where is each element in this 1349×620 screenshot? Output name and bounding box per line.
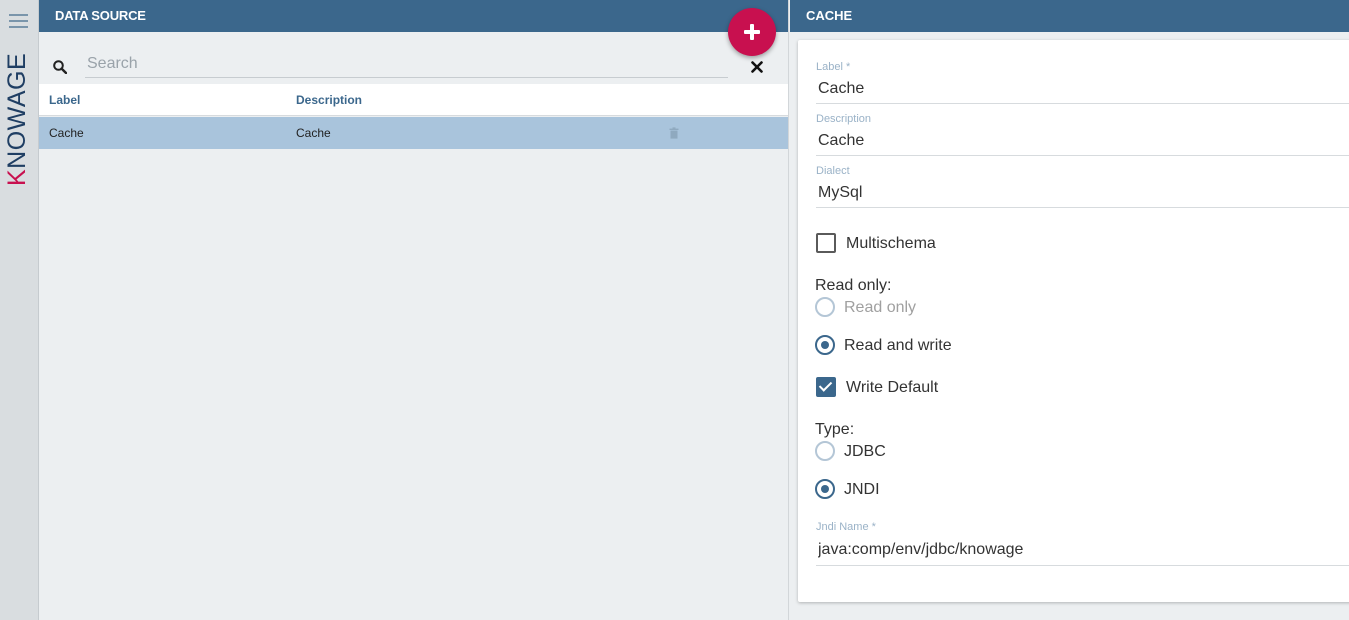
label-field-caption: Label *	[816, 61, 851, 73]
data-source-header: DATA SOURCE	[39, 0, 788, 32]
multischema-checkbox[interactable]	[816, 233, 836, 253]
row-description: Cache	[296, 126, 331, 140]
description-input[interactable]	[816, 126, 1349, 156]
search-input[interactable]	[85, 50, 728, 78]
write-default-checkbox[interactable]	[816, 377, 836, 397]
detail-header: CACHE	[790, 0, 1349, 32]
table-row[interactable]: Cache Cache	[39, 117, 788, 149]
dialect-field: Dialect	[816, 164, 1349, 208]
jdbc-radio[interactable]	[815, 441, 835, 461]
read-and-write-radio[interactable]	[815, 335, 835, 355]
read-only-radio-label: Read only	[844, 299, 917, 316]
dialect-field-caption: Dialect	[816, 165, 850, 177]
jndi-radio[interactable]	[815, 479, 835, 499]
description-field: Description	[816, 112, 1349, 156]
label-field: Label *	[816, 60, 1349, 104]
read-only-group-title: Read only:	[815, 277, 892, 294]
data-source-list-panel: DATA SOURCE Label Description Cache Cach…	[39, 0, 789, 620]
type-group-title: Type:	[815, 421, 855, 438]
table-header: Label Description	[39, 84, 788, 116]
clear-search-icon[interactable]	[750, 60, 764, 74]
checkmark-icon	[818, 378, 833, 392]
jndi-name-input[interactable]	[816, 534, 1349, 566]
jndi-radio-label: JNDI	[844, 481, 880, 498]
hamburger-menu-icon[interactable]	[9, 14, 28, 28]
jndi-name-field-caption: Jndi Name *	[816, 521, 876, 533]
label-input[interactable]	[816, 74, 1349, 104]
read-and-write-radio-label: Read and write	[844, 337, 952, 354]
add-data-source-button[interactable]	[728, 8, 776, 56]
description-field-caption: Description	[816, 113, 872, 125]
multischema-label: Multischema	[846, 235, 936, 252]
column-header-description[interactable]: Description	[296, 84, 362, 116]
jndi-name-field: Jndi Name *	[816, 520, 1349, 566]
search-icon	[53, 60, 67, 74]
write-default-label: Write Default	[846, 379, 939, 396]
data-source-detail-panel: CACHE Label * Description Dialect Multis…	[790, 0, 1349, 620]
search-bar	[39, 44, 788, 84]
detail-form-card: Label * Description Dialect Multischema …	[798, 40, 1349, 602]
column-header-label[interactable]: Label	[49, 84, 80, 116]
main-sidebar: KNOWAGE	[0, 0, 39, 620]
svg-text:KNOWAGE: KNOWAGE	[6, 53, 30, 186]
knowage-logo: KNOWAGE	[6, 53, 30, 186]
read-only-radio[interactable]	[815, 297, 835, 317]
row-label: Cache	[49, 126, 84, 140]
dialect-select[interactable]	[816, 178, 1349, 208]
jdbc-radio-label: JDBC	[844, 443, 886, 460]
delete-icon[interactable]	[669, 127, 679, 139]
